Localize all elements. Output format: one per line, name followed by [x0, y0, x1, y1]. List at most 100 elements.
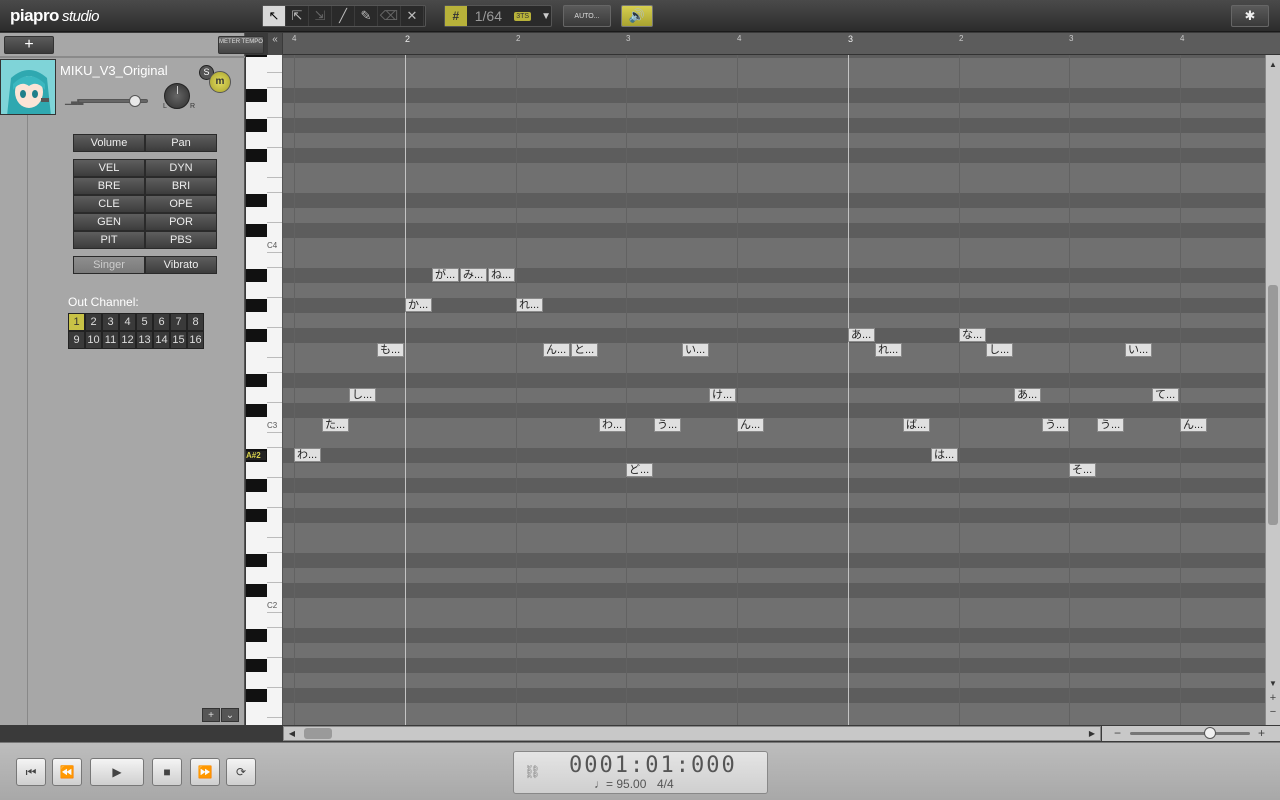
vertical-zoom-out-icon[interactable]: −	[1267, 707, 1279, 719]
fast-forward-button[interactable]: ⏩	[190, 758, 220, 786]
black-key[interactable]	[246, 629, 267, 642]
note-block[interactable]: た...	[322, 418, 349, 432]
note-block[interactable]: な...	[959, 328, 986, 342]
timeline-ruler[interactable]: 4 2 2 3 4 3 2 3 4	[283, 33, 1280, 55]
note-block[interactable]: と...	[571, 343, 598, 357]
out-channel-2[interactable]: 2	[85, 313, 102, 331]
black-key[interactable]	[246, 119, 267, 132]
black-key[interactable]	[246, 479, 267, 492]
note-block[interactable]: け...	[709, 388, 736, 402]
black-key[interactable]	[246, 404, 267, 417]
link-icon[interactable]: ⛓	[524, 764, 541, 780]
out-channel-15[interactable]: 15	[170, 331, 187, 349]
out-channel-13[interactable]: 13	[136, 331, 153, 349]
stop-button[interactable]: ■	[152, 758, 182, 786]
black-key[interactable]	[246, 374, 267, 387]
note-block[interactable]: が...	[432, 268, 459, 282]
note-block[interactable]: れ...	[516, 298, 543, 312]
note-block[interactable]: い...	[1125, 343, 1152, 357]
note-block[interactable]: か...	[405, 298, 432, 312]
note-block[interactable]: れ...	[875, 343, 902, 357]
param-button-bre[interactable]: BRE	[73, 177, 145, 195]
note-block[interactable]: う...	[654, 418, 681, 432]
param-button-gen[interactable]: GEN	[73, 213, 145, 231]
black-key[interactable]	[246, 584, 267, 597]
scroll-right-icon[interactable]: ▶	[1086, 727, 1098, 740]
volume-slider[interactable]	[78, 95, 148, 107]
vertical-zoom-in-icon[interactable]: +	[1267, 693, 1279, 705]
param-button-cle[interactable]: CLE	[73, 195, 145, 213]
black-key[interactable]	[246, 554, 267, 567]
scroll-left-icon[interactable]: ◀	[286, 727, 298, 740]
param-button-por[interactable]: POR	[145, 213, 217, 231]
out-channel-1[interactable]: 1	[68, 313, 85, 331]
param-button-ope[interactable]: OPE	[145, 195, 217, 213]
note-block[interactable]: い...	[682, 343, 709, 357]
param-button-dyn[interactable]: DYN	[145, 159, 217, 177]
line-tool-icon[interactable]: ╱	[332, 6, 355, 26]
range-select-tool-icon[interactable]: ⇱	[286, 6, 309, 26]
param-button-pbs[interactable]: PBS	[145, 231, 217, 249]
out-channel-11[interactable]: 11	[102, 331, 119, 349]
play-button[interactable]: ▶	[90, 758, 144, 786]
note-block[interactable]: て...	[1152, 388, 1179, 402]
vertical-scroll-thumb[interactable]	[1268, 285, 1278, 525]
note-block[interactable]: わ...	[599, 418, 626, 432]
black-key[interactable]	[246, 509, 267, 522]
note-block[interactable]: あ...	[1014, 388, 1041, 402]
note-block[interactable]: ん...	[1180, 418, 1207, 432]
piano-roll-grid[interactable]: わ... た... し... も... か... が... み... ね... れ... ん...…	[283, 55, 1265, 725]
time-signature[interactable]: 4/4	[657, 777, 674, 791]
pan-knob[interactable]	[164, 83, 190, 109]
eraser-tool-icon[interactable]: ⌫	[378, 6, 401, 26]
volume-slider-handle[interactable]	[129, 95, 141, 107]
scroll-up-icon[interactable]: ▲	[1267, 59, 1279, 71]
piano-keyboard[interactable]: C4 C3 A#2 C2	[246, 55, 283, 725]
out-channel-8[interactable]: 8	[187, 313, 204, 331]
out-channel-12[interactable]: 12	[119, 331, 136, 349]
zoom-slider[interactable]	[1130, 727, 1250, 739]
black-key[interactable]	[246, 329, 267, 342]
out-channel-3[interactable]: 3	[102, 313, 119, 331]
zoom-out-icon[interactable]: −	[1114, 726, 1121, 740]
auto-button[interactable]: AUTO...	[563, 5, 611, 27]
black-key[interactable]	[246, 689, 267, 702]
select-tool-icon[interactable]: ↖	[263, 6, 286, 26]
note-block[interactable]: わ...	[294, 448, 321, 462]
black-key[interactable]	[246, 269, 267, 282]
param-button-pit[interactable]: PIT	[73, 231, 145, 249]
note-block[interactable]: は...	[931, 448, 958, 462]
note-block[interactable]: そ...	[1069, 463, 1096, 477]
out-channel-14[interactable]: 14	[153, 331, 170, 349]
out-channel-7[interactable]: 7	[170, 313, 187, 331]
singer-button[interactable]: Singer	[73, 256, 145, 274]
mute-button[interactable]: m	[209, 71, 231, 93]
out-channel-5[interactable]: 5	[136, 313, 153, 331]
stretch-tool-icon[interactable]: ⇲	[309, 6, 332, 26]
pan-button[interactable]: Pan	[145, 134, 217, 152]
note-block[interactable]: し...	[986, 343, 1013, 357]
collapse-panel-button[interactable]: «	[268, 33, 282, 55]
quantize-selector[interactable]: # 1/64 3TS ▼	[444, 5, 552, 27]
rewind-button[interactable]: ⏪	[52, 758, 82, 786]
zoom-slider-handle[interactable]	[1204, 727, 1216, 739]
scroll-down-icon[interactable]: ▼	[1267, 678, 1279, 690]
meter-tempo-button[interactable]: METER TEMPO	[218, 36, 264, 54]
out-channel-10[interactable]: 10	[85, 331, 102, 349]
note-block[interactable]: あ...	[848, 328, 875, 342]
black-key[interactable]	[246, 224, 267, 237]
param-button-bri[interactable]: BRI	[145, 177, 217, 195]
black-key[interactable]	[246, 55, 267, 57]
note-block[interactable]: う...	[1042, 418, 1069, 432]
lane-menu-button[interactable]: ⌄	[221, 708, 239, 722]
tempo-value[interactable]: ♩= 95.00	[594, 777, 646, 791]
black-key[interactable]	[246, 659, 267, 672]
note-block[interactable]: ん...	[737, 418, 764, 432]
loop-button[interactable]: ⟳	[226, 758, 256, 786]
note-block[interactable]: ど...	[626, 463, 653, 477]
add-lane-button[interactable]: +	[202, 708, 220, 722]
param-button-vel[interactable]: VEL	[73, 159, 145, 177]
speaker-icon[interactable]: 🔊	[621, 5, 653, 27]
out-channel-6[interactable]: 6	[153, 313, 170, 331]
vertical-scrollbar[interactable]: ▲ ▼ + −	[1265, 55, 1280, 725]
